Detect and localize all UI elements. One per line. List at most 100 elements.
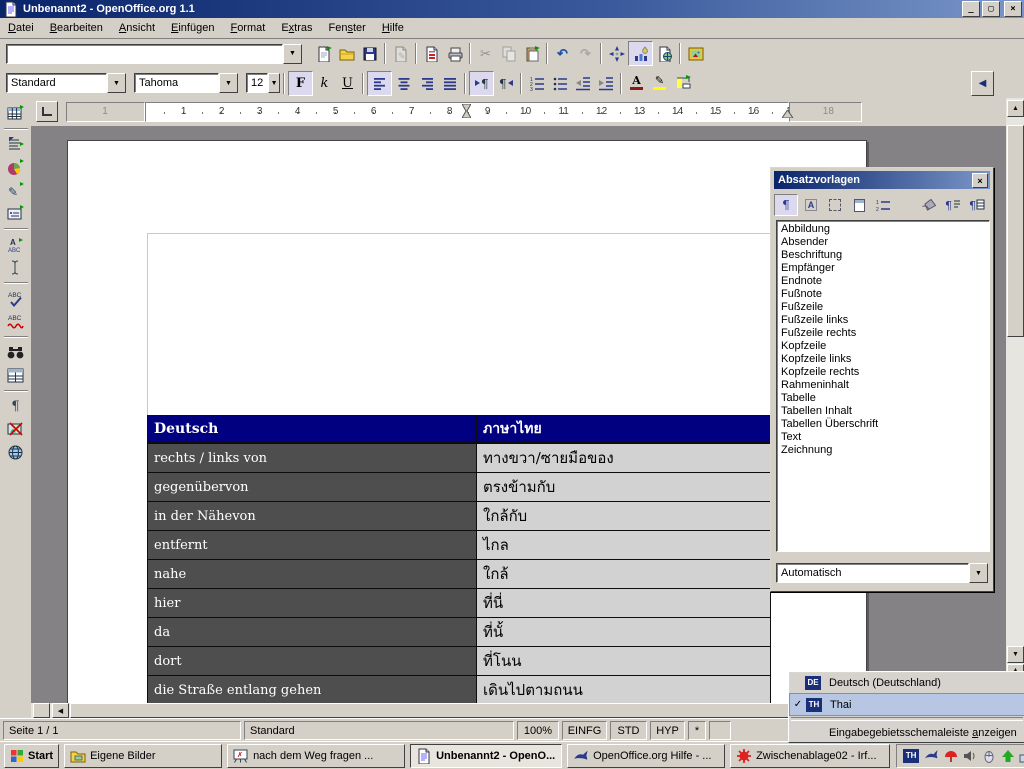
style-list-item[interactable]: Fußzeile — [777, 301, 989, 314]
fontsize-value[interactable]: 12 — [246, 73, 268, 93]
spellcheck-icon[interactable]: ABC — [4, 287, 27, 310]
style-list-item[interactable]: Endnote — [777, 275, 989, 288]
table-cell-thai[interactable]: ทางขวา/ซายมือของ — [477, 443, 771, 473]
style-combobox[interactable]: Standard ▼ — [6, 73, 126, 93]
show-input-locale-bar-item[interactable]: Eingabegebietsschemaleiste anzeigen — [789, 722, 1024, 743]
minimize-button[interactable]: _ — [962, 1, 980, 17]
background-color-icon[interactable] — [671, 72, 694, 95]
volume-icon[interactable] — [961, 748, 978, 764]
table-cell-thai[interactable]: ไกล — [477, 531, 771, 560]
form-functions-icon[interactable] — [4, 202, 27, 225]
update-icon[interactable] — [999, 748, 1016, 764]
online-layout-icon[interactable] — [4, 441, 27, 464]
openoffice-quickstarter-icon[interactable] — [923, 748, 940, 764]
vertical-scrollbar[interactable]: ▲ ▼ ▲▲ ▼▼ — [1006, 98, 1024, 703]
task-button[interactable]: Unbenannt2 - OpenO... — [410, 744, 562, 768]
graphics-toggle-icon[interactable] — [4, 418, 27, 441]
numbered-list-icon[interactable]: 123 — [525, 72, 548, 95]
style-value[interactable]: Standard — [6, 73, 107, 93]
bullet-list-icon[interactable] — [548, 72, 571, 95]
navigator-icon[interactable] — [605, 42, 628, 65]
table-cell-german[interactable]: gegenübervon — [148, 473, 477, 502]
style-list-item[interactable]: Tabelle — [777, 392, 989, 405]
italic-button[interactable]: k — [313, 72, 336, 95]
save-icon[interactable] — [358, 42, 381, 65]
style-list-item[interactable]: Kopfzeile — [777, 340, 989, 353]
menu-format[interactable]: Format — [222, 20, 273, 36]
menu-ansicht[interactable]: Ansicht — [111, 20, 163, 36]
style-list-item[interactable]: Fußnote — [777, 288, 989, 301]
print-icon[interactable] — [443, 42, 466, 65]
redo-icon[interactable]: ↷ — [574, 42, 597, 65]
table-cell-thai[interactable]: ใกล้กับ — [477, 502, 771, 531]
task-button[interactable]: OpenOffice.org Hilfe - ... — [567, 744, 725, 768]
table-column-marker-icon[interactable] — [462, 104, 471, 118]
status-page-style[interactable]: Standard — [244, 721, 514, 740]
language-menu-item[interactable]: ✓THThai — [789, 693, 1024, 716]
style-list-item[interactable]: Fußzeile rechts — [777, 327, 989, 340]
stylist-close-icon[interactable]: × — [972, 173, 988, 188]
stylist-title-bar[interactable]: Absatzvorlagen × — [774, 171, 990, 189]
page[interactable]: Deutschภาษาไทยrechts / links vonทางขวา/ซ… — [67, 140, 867, 703]
table-cell-german[interactable]: rechts / links von — [148, 443, 477, 473]
update-style-icon[interactable]: ¶ — [966, 195, 988, 215]
style-list-item[interactable]: Text — [777, 431, 989, 444]
table-header-cell[interactable]: ภาษาไทย — [477, 416, 771, 444]
toolbar-collapse-button[interactable]: ◀ — [971, 71, 994, 96]
menu-datei[interactable]: Datei — [0, 20, 42, 36]
page-styles-icon[interactable] — [848, 195, 870, 215]
font-color-icon[interactable]: A — [625, 72, 648, 95]
style-list-item[interactable]: Zeichnung — [777, 444, 989, 457]
highlighting-icon[interactable]: ✎ — [648, 72, 671, 95]
status-zoom[interactable]: 100% — [517, 721, 559, 740]
font-value[interactable]: Tahoma — [134, 73, 219, 93]
table-cell-german[interactable]: nahe — [148, 560, 477, 589]
draw-functions-icon[interactable]: ✎ — [4, 179, 27, 202]
menu-bearbeiten[interactable]: Bearbeiten — [42, 20, 111, 36]
vertical-scroll-thumb[interactable] — [1007, 125, 1024, 337]
start-button[interactable]: Start — [4, 744, 59, 768]
task-button[interactable]: ✗nach dem Weg fragen ... — [227, 744, 405, 768]
vocabulary-table[interactable]: Deutschภาษาไทยrechts / links vonทางขวา/ซ… — [147, 415, 771, 703]
autospellcheck-icon[interactable]: ABC — [4, 310, 27, 333]
decrease-indent-icon[interactable] — [571, 72, 594, 95]
close-button[interactable]: × — [1004, 1, 1022, 17]
font-combobox[interactable]: Tahoma ▼ — [134, 73, 238, 93]
style-list-item[interactable]: Beschriftung — [777, 249, 989, 262]
insert-object-icon[interactable] — [4, 156, 27, 179]
table-cell-german[interactable]: die Straße entlang gehen — [148, 676, 477, 704]
bold-button[interactable]: F — [288, 71, 313, 96]
table-cell-thai[interactable]: เดินไปตามถนน — [477, 676, 771, 704]
table-cell-thai[interactable]: ใกล้ — [477, 560, 771, 589]
underline-button[interactable]: U — [336, 72, 359, 95]
gallery-icon[interactable] — [684, 42, 707, 65]
style-list-item[interactable]: Abbildung — [777, 223, 989, 236]
style-dropdown-arrow-icon[interactable]: ▼ — [107, 73, 126, 93]
cut-icon[interactable]: ✂ — [474, 42, 497, 65]
menu-extras[interactable]: Extras — [273, 20, 320, 36]
direct-cursor-icon[interactable] — [4, 256, 27, 279]
maximize-button[interactable]: ▢ — [982, 1, 1000, 17]
menu-fenster[interactable]: Fenster — [321, 20, 374, 36]
font-dropdown-arrow-icon[interactable]: ▼ — [219, 73, 238, 93]
autotext-icon[interactable]: AABC — [4, 233, 27, 256]
style-list-item[interactable]: Tabellen Inhalt — [777, 405, 989, 418]
table-cell-german[interactable]: hier — [148, 589, 477, 618]
input-language-indicator[interactable]: TH — [903, 749, 919, 763]
numbering-styles-icon[interactable]: 12 — [872, 195, 894, 215]
paste-icon[interactable] — [520, 42, 543, 65]
increase-indent-icon[interactable] — [594, 72, 617, 95]
style-list-item[interactable]: Empfänger — [777, 262, 989, 275]
scroll-down-icon[interactable]: ▼ — [1007, 646, 1024, 663]
url-combobox[interactable]: ▼ — [6, 44, 302, 64]
right-indent-marker-icon[interactable] — [782, 110, 793, 118]
style-list-item[interactable]: Rahmeninhalt — [777, 379, 989, 392]
new-document-icon[interactable] — [312, 42, 335, 65]
rtl-icon[interactable]: ¶ — [494, 72, 517, 95]
scroll-corner-button[interactable] — [33, 703, 50, 718]
table-header-cell[interactable]: Deutsch — [148, 416, 477, 444]
table-cell-thai[interactable]: ที่โนน — [477, 647, 771, 676]
style-list-item[interactable]: Fußzeile links — [777, 314, 989, 327]
table-cell-german[interactable]: entfernt — [148, 531, 477, 560]
table-cell-thai[interactable]: ตรงข้ามกับ — [477, 473, 771, 502]
